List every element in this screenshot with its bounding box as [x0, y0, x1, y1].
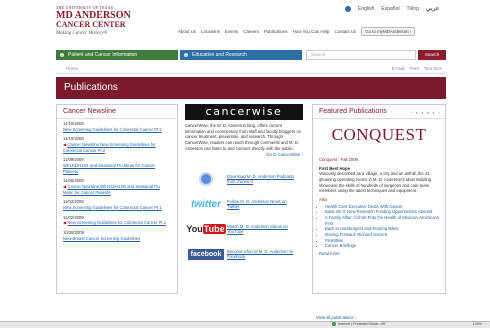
youtube-you: You [186, 224, 203, 235]
twitter-icon[interactable]: twitter [185, 195, 227, 213]
site-header: THE UNIVERSITY OF TEXAS MD ANDERSON CANC… [0, 0, 490, 44]
social-row-youtube: You Tube Watch M. D. Anderson videos on Y… [185, 218, 303, 240]
audio-icon: ◀ [63, 220, 67, 226]
logo-line-3: CANCER CENTER [56, 20, 126, 29]
view-all-publications-link[interactable]: View all publications › [316, 315, 356, 320]
internet-zone-icon [332, 322, 336, 327]
itunes-link[interactable]: Download M. D. Anderson Podcasts from iT… [227, 174, 299, 185]
lang-spanish[interactable]: Español [381, 6, 399, 12]
cancerwise-logo[interactable]: cancerwise [185, 104, 303, 120]
featured-content: Conquest · Fall 2009 First Best Hope Var… [313, 157, 445, 257]
patient-info-label: Patient and Cancer Information [68, 52, 138, 58]
list-item: 10/26/2009 New Breast Cancer Screening Gu… [63, 230, 171, 241]
youtube-link[interactable]: Watch M. D. Anderson videos on YouTube [227, 224, 299, 235]
featured-title-text: Featured Publications [319, 108, 387, 115]
education-research-label: Education and Research [192, 52, 247, 58]
youtube-icon[interactable]: You Tube [185, 220, 227, 238]
itunes-icon[interactable] [185, 170, 227, 188]
md-anderson-logo[interactable]: THE UNIVERSITY OF TEXAS MD ANDERSON CANC… [56, 6, 156, 37]
list-item: 11/06/2009 ◀ Cancer Newsline:Wh1N1/H1N1 a… [63, 178, 171, 195]
breadcrumb: Home E-mail Print Text Size [56, 64, 446, 74]
news-link[interactable]: Wh1N1/H1N1 and Seasonal Flu Mean for Can… [63, 163, 155, 174]
social-row-twitter: twitter Follow M. D. Anderson News on Tw… [185, 193, 303, 215]
nav-careers[interactable]: Careers [243, 29, 259, 34]
cancerwise-panel: cancerwise CancerWise, the M. D. Anderso… [185, 104, 307, 294]
news-link[interactable]: Cancer Newsline:New Screening Guidelines… [63, 142, 156, 153]
feature-summary: Variously described as a village, a city… [319, 171, 432, 194]
language-selector: English Español Tiếng عربي [345, 5, 439, 12]
news-link[interactable]: New Screening Guidelines for Colorectal … [63, 127, 162, 132]
arrow-icon [184, 53, 188, 57]
nav-how-you-can-help[interactable]: How You Can Help [293, 29, 330, 34]
twitter-link[interactable]: Follow M. D. Anderson News on Twitter [227, 199, 299, 210]
my-md-anderson-button[interactable]: Go to myMDAnderson › [361, 27, 416, 36]
page-tools: E-mail Print Text Size [392, 66, 442, 71]
text-size-control[interactable]: Text Size [424, 66, 442, 71]
list-item[interactable]: A Family Affair: Cohort Puts the Health … [325, 215, 439, 226]
list-item: 11/02/2009 ◀ New Screening Guidelines for… [63, 215, 171, 226]
nav-events[interactable]: Events [225, 29, 238, 34]
cancerwise-description: CancerWise, the M. D. Anderson blog, off… [185, 123, 303, 158]
nav-publications[interactable]: Publications [264, 29, 288, 34]
list-item: 11/16/2009 New Screening Guidelines for C… [63, 121, 171, 132]
list-item: 11/02/2009 New Screening Guidelines for C… [63, 199, 171, 210]
also-label: Also [319, 197, 328, 203]
social-row-facebook: facebook Become a fan of M. D. Anderson … [185, 243, 303, 265]
nav-locations[interactable]: Locations [201, 29, 220, 34]
education-research-tab[interactable]: Education and Research [180, 50, 302, 60]
zoom-level[interactable]: 100% [473, 322, 482, 326]
email-link[interactable]: E-mail [392, 66, 405, 71]
also-list: Health Care Executive Deals With Cancer … [319, 204, 439, 249]
facebook-label: facebook [187, 248, 225, 260]
list-item: 11/10/2009 ◀ Cancer Newsline:New Screenin… [63, 136, 171, 153]
zone-text: Internet | Protected Mode: Off [338, 322, 386, 326]
patient-info-tab[interactable]: Patient and Cancer Information [56, 50, 178, 60]
lang-english[interactable]: English [358, 6, 374, 12]
lang-vietnamese[interactable]: Tiếng [406, 6, 418, 12]
social-row-itunes: Download M. D. Anderson Podcasts from iT… [185, 168, 303, 190]
news-link[interactable]: New Screening Guidelines for Colorectal … [67, 220, 166, 225]
read-more-link[interactable]: Read more [319, 251, 439, 257]
featured-title: Featured Publications « ● ● ● ● » [313, 105, 445, 119]
news-link[interactable]: New Screening Guidelines for Colorectal … [63, 205, 162, 210]
security-zone: Internet | Protected Mode: Off [332, 322, 386, 327]
featured-publications-panel: Featured Publications « ● ● ● ● » CONQUES… [312, 104, 446, 294]
newsline-list: 11/16/2009 New Screening Guidelines for C… [57, 119, 177, 247]
news-link[interactable]: New Breast Cancer Screening Guidelines [63, 236, 140, 241]
audio-icon: ◀ [63, 142, 67, 148]
breadcrumb-home[interactable]: Home [66, 66, 78, 71]
list-item: 11/09/2009 Wh1N1/H1N1 and Seasonal Flu Me… [63, 157, 171, 174]
lang-arabic[interactable]: عربي [426, 5, 440, 12]
youtube-tube: Tube [202, 224, 226, 235]
cancer-newsline-panel: Cancer Newsline 11/16/2009 New Screening … [56, 104, 178, 294]
facebook-icon[interactable]: facebook [185, 245, 227, 263]
nav-about-us[interactable]: About Us [178, 29, 196, 34]
search-input[interactable]: Search [306, 50, 416, 60]
print-link[interactable]: Print [409, 66, 418, 71]
list-item[interactable]: Cancer Briefings [325, 243, 439, 249]
page-title: Publications [56, 77, 446, 99]
news-link[interactable]: Cancer Newsline:Wh1N1/H1N1 and Seasonal … [63, 184, 160, 195]
globe-icon [345, 5, 351, 12]
cancerwise-text: CancerWise, the M. D. Anderson blog, off… [185, 123, 302, 151]
newsline-title: Cancer Newsline [57, 105, 177, 119]
top-navigation: About Us Locations Events Careers Public… [178, 27, 416, 36]
social-links: Download M. D. Anderson Podcasts from iT… [185, 168, 303, 265]
search-button[interactable]: Search [418, 50, 446, 60]
nav-contact-us[interactable]: Contact Us [334, 29, 356, 34]
carousel-pager[interactable]: « ● ● ● ● » [410, 110, 441, 115]
facebook-link[interactable]: Become a fan of M. D. Anderson on Facebo… [227, 249, 299, 260]
arrow-icon [60, 53, 64, 57]
logo-tagline: Making Cancer History® [56, 31, 108, 36]
conquest-logo[interactable]: CONQUEST [313, 125, 445, 145]
section-bars: Patient and Cancer Information Education… [56, 50, 446, 60]
audio-icon: ◀ [63, 184, 67, 190]
issue-label: Conquest · Fall 2009 [319, 157, 358, 162]
go-to-cancerwise-link[interactable]: Go to CancerWise › [185, 152, 303, 158]
